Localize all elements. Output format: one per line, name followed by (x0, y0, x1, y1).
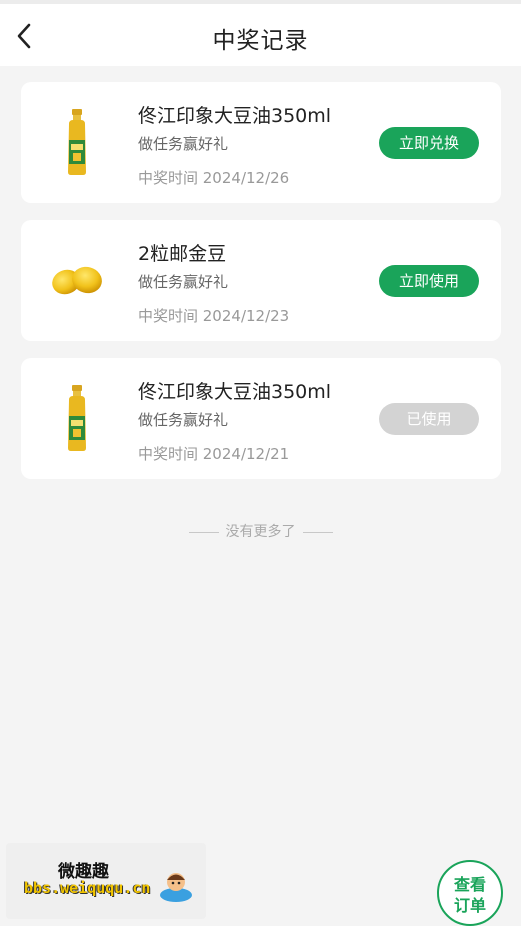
prize-record-card: 佟江印象大豆油350ml 做任务赢好礼 中奖时间 2024/12/21 已使用 (21, 358, 501, 479)
prize-record-card: 2粒邮金豆 做任务赢好礼 中奖时间 2024/12/23 立即使用 (21, 220, 501, 341)
use-now-button[interactable]: 立即使用 (379, 265, 479, 297)
view-orders-button[interactable]: 查看 订单 (437, 860, 503, 926)
no-more-text: 没有更多了 (225, 524, 296, 540)
prize-record-card: 佟江印象大豆油350ml 做任务赢好礼 中奖时间 2024/12/26 立即兑换 (21, 82, 501, 203)
view-orders-line2: 订单 (453, 896, 486, 915)
prize-name: 佟江印象大豆油350ml (138, 105, 332, 127)
mascot-icon (160, 873, 192, 902)
page-title: 中奖记录 (212, 28, 309, 54)
divider (302, 531, 333, 533)
golden-beans-icon (52, 266, 102, 295)
prize-name: 2粒邮金豆 (138, 243, 227, 265)
divider (188, 531, 219, 533)
used-status-button: 已使用 (379, 403, 479, 435)
prize-subtitle: 做任务赢好礼 (138, 411, 229, 429)
prize-subtitle: 做任务赢好礼 (138, 135, 229, 153)
prize-time: 中奖时间 2024/12/21 (138, 445, 290, 463)
list-end-indicator: 没有更多了 (0, 521, 521, 541)
soybean-oil-bottle-icon (68, 109, 86, 175)
watermark-logo: 微趣趣 bbs.weiququ.cn (6, 843, 206, 919)
watermark-url: bbs.weiququ.cn (24, 879, 151, 897)
prize-time: 中奖时间 2024/12/26 (138, 169, 290, 187)
prize-time: 中奖时间 2024/12/23 (138, 307, 290, 325)
prize-subtitle: 做任务赢好礼 (138, 273, 229, 291)
soybean-oil-bottle-icon (68, 385, 86, 451)
top-bar: 中奖记录 (0, 0, 521, 66)
redeem-button[interactable]: 立即兑换 (379, 127, 479, 159)
prize-name: 佟江印象大豆油350ml (138, 381, 332, 403)
view-orders-line1: 查看 (453, 875, 486, 894)
